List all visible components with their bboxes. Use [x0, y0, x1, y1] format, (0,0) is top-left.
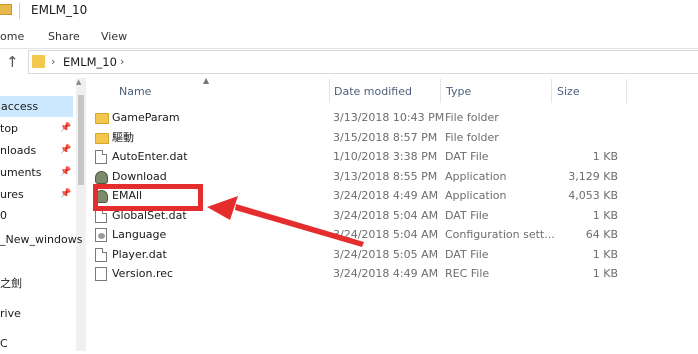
tab-view[interactable]: View	[101, 30, 127, 43]
tab-home[interactable]: ome	[0, 30, 24, 43]
file-type: DAT File	[445, 150, 489, 163]
ribbon-divider	[0, 48, 698, 49]
file-type: Configuration sett...	[445, 228, 555, 241]
file-date: 3/24/2018 5:04 AM	[333, 228, 439, 241]
file-icon	[95, 247, 107, 262]
file-name: Language	[112, 228, 167, 241]
file-date: 3/24/2018 4:49 AM	[333, 189, 439, 202]
column-divider[interactable]	[626, 79, 627, 103]
sort-ascending-icon: ▲	[203, 76, 210, 85]
column-header-type[interactable]: Type	[446, 85, 471, 98]
file-row[interactable]: GameParam 3/13/2018 10:43 PM File folder	[88, 108, 628, 128]
sidebar-item-folder[interactable]: 之劍	[0, 273, 22, 294]
file-icon	[95, 150, 107, 164]
file-size: 4,053 KB	[568, 189, 618, 202]
file-date: 3/24/2018 5:05 AM	[333, 247, 439, 261]
file-date: 3/24/2018 4:49 AM	[333, 267, 439, 280]
sidebar-item-label: uments	[0, 166, 42, 179]
sidebar-item-downloads[interactable]: nloads 📌	[0, 140, 72, 161]
column-divider[interactable]	[440, 79, 441, 103]
file-name: GameParam	[112, 111, 180, 124]
nav-scrollbar-thumb[interactable]	[78, 95, 84, 185]
column-divider[interactable]	[551, 79, 552, 103]
sidebar-item-label: access	[1, 100, 39, 113]
rec-file-icon	[95, 267, 107, 281]
file-row[interactable]: AutoEnter.dat 1/10/2018 3:38 PM DAT File…	[88, 147, 628, 167]
sidebar-item-documents[interactable]: uments 📌	[0, 162, 72, 183]
app-icon	[95, 170, 108, 184]
column-header-name[interactable]: Name	[119, 85, 151, 98]
sidebar-item-folder[interactable]: _New_windows	[0, 229, 82, 250]
file-type: DAT File	[445, 208, 489, 222]
file-date: 3/13/2018 10:43 PM	[333, 111, 445, 124]
file-size: 1 KB	[592, 208, 618, 222]
file-type: DAT File	[445, 247, 489, 261]
file-type: File folder	[445, 130, 499, 144]
file-type: Application	[445, 189, 507, 202]
file-date: 3/24/2018 5:04 AM	[333, 208, 439, 222]
column-header-date[interactable]: Date modified	[334, 85, 412, 98]
file-name: AutoEnter.dat	[112, 150, 188, 163]
file-type: REC File	[445, 267, 490, 280]
language-file-icon	[95, 228, 107, 242]
sidebar-item-label: nloads	[0, 144, 37, 157]
chevron-right-icon[interactable]: ›	[51, 55, 55, 68]
sidebar-item-folder[interactable]: 0	[0, 205, 7, 226]
column-header-size[interactable]: Size	[557, 85, 580, 98]
sidebar-item-label: ures	[0, 188, 24, 201]
folder-icon	[0, 4, 12, 15]
file-date: 3/15/2018 8:57 PM	[333, 130, 438, 144]
file-row[interactable]: Player.dat 3/24/2018 5:05 AM DAT File 1 …	[88, 245, 628, 265]
window-title: EMLM_10	[31, 3, 88, 17]
file-type: Application	[445, 169, 507, 183]
column-divider[interactable]	[329, 79, 330, 103]
pin-icon: 📌	[60, 167, 72, 177]
sidebar-item-onedrive[interactable]: rive	[0, 303, 21, 324]
pin-icon: 📌	[60, 123, 72, 133]
up-arrow-icon[interactable]: ↑	[6, 53, 19, 71]
folder-icon	[95, 132, 109, 144]
file-name: 驅動	[112, 130, 134, 144]
file-size: 3,129 KB	[568, 169, 618, 183]
address-bar[interactable]	[28, 50, 698, 74]
folder-icon	[95, 113, 109, 124]
file-row[interactable]: Version.rec 3/24/2018 4:49 AM REC File 1…	[88, 264, 628, 284]
sidebar-item-desktop[interactable]: top 📌	[0, 118, 72, 139]
pin-icon: 📌	[60, 145, 72, 155]
file-name: Player.dat	[112, 247, 167, 261]
sidebar-item-label: top	[0, 122, 19, 135]
chevron-right-icon[interactable]: ›	[120, 55, 124, 68]
file-size: 1 KB	[592, 150, 618, 163]
file-row[interactable]: Language 3/24/2018 5:04 AM Configuration…	[88, 225, 628, 245]
file-type: File folder	[445, 111, 499, 124]
file-name: Version.rec	[112, 267, 174, 280]
scroll-up-icon[interactable]: ▲	[76, 78, 81, 86]
tab-share[interactable]: Share	[48, 30, 80, 43]
title-bar	[0, 0, 698, 22]
sidebar-item-quick-access[interactable]: access	[0, 96, 73, 117]
highlight-box	[93, 184, 203, 211]
folder-icon	[32, 55, 45, 68]
file-date: 1/10/2018 3:38 PM	[333, 150, 438, 163]
file-date: 3/13/2018 8:55 PM	[333, 169, 438, 183]
title-separator	[19, 3, 20, 19]
file-row[interactable]: 驅動 3/15/2018 8:57 PM File folder	[88, 128, 628, 148]
sidebar-item-pictures[interactable]: ures 📌	[0, 184, 72, 205]
file-size: 1 KB	[592, 267, 618, 280]
file-size: 64 KB	[585, 228, 618, 241]
pin-icon: 📌	[60, 189, 72, 199]
file-size: 1 KB	[592, 247, 618, 261]
address-path[interactable]: EMLM_10	[63, 55, 117, 69]
